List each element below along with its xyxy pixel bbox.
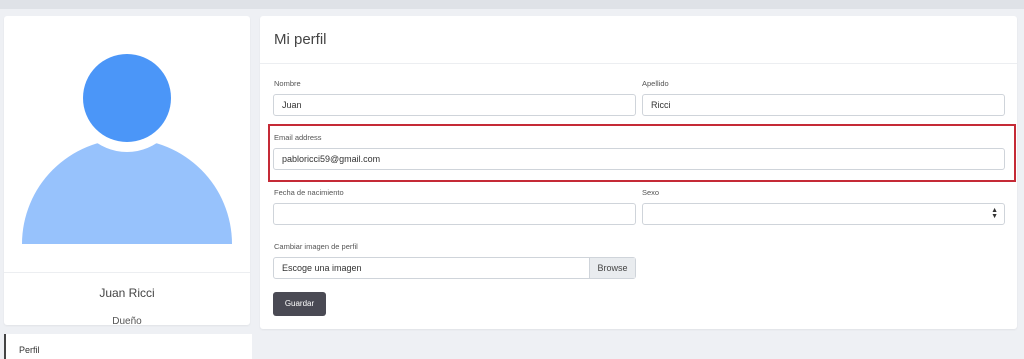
email-field[interactable]: pabloricci59@gmail.com [273,148,1005,170]
profile-divider [4,272,250,273]
avatar [4,16,250,256]
browse-button[interactable]: Browse [589,258,635,278]
profile-form-card: Mi perfil Nombre Juan Apellido Ricci Ema… [260,16,1017,329]
sexo-select[interactable]: ▲ ▼ [642,203,1005,225]
nombre-input[interactable]: Juan [273,94,636,116]
sidebar-item-perfil[interactable]: Perfil [4,334,252,359]
fecha-label: Fecha de nacimiento [274,188,344,197]
save-button[interactable]: Guardar [273,292,326,316]
top-bar [0,0,1024,9]
sexo-label: Sexo [642,188,660,197]
sort-arrows-icon: ▲ ▼ [991,207,998,220]
sidebar-item-label: Perfil [19,345,40,355]
fecha-nacimiento-input[interactable] [273,203,636,225]
user-role: Dueño [112,316,142,327]
title-divider [260,63,1017,64]
apellido-label: Apellido [642,79,669,88]
file-placeholder: Escoge una imagen [282,263,362,273]
profile-card: Juan Ricci Dueño [4,16,250,327]
apellido-input[interactable]: Ricci [642,94,1005,116]
nombre-label: Nombre [274,79,301,88]
imagen-label: Cambiar imagen de perfil [274,242,358,251]
page-title: Mi perfil [274,31,327,48]
email-label: Email address [274,133,322,142]
user-name: Juan Ricci [99,286,155,300]
image-file-input[interactable]: Escoge una imagen Browse [273,257,636,279]
